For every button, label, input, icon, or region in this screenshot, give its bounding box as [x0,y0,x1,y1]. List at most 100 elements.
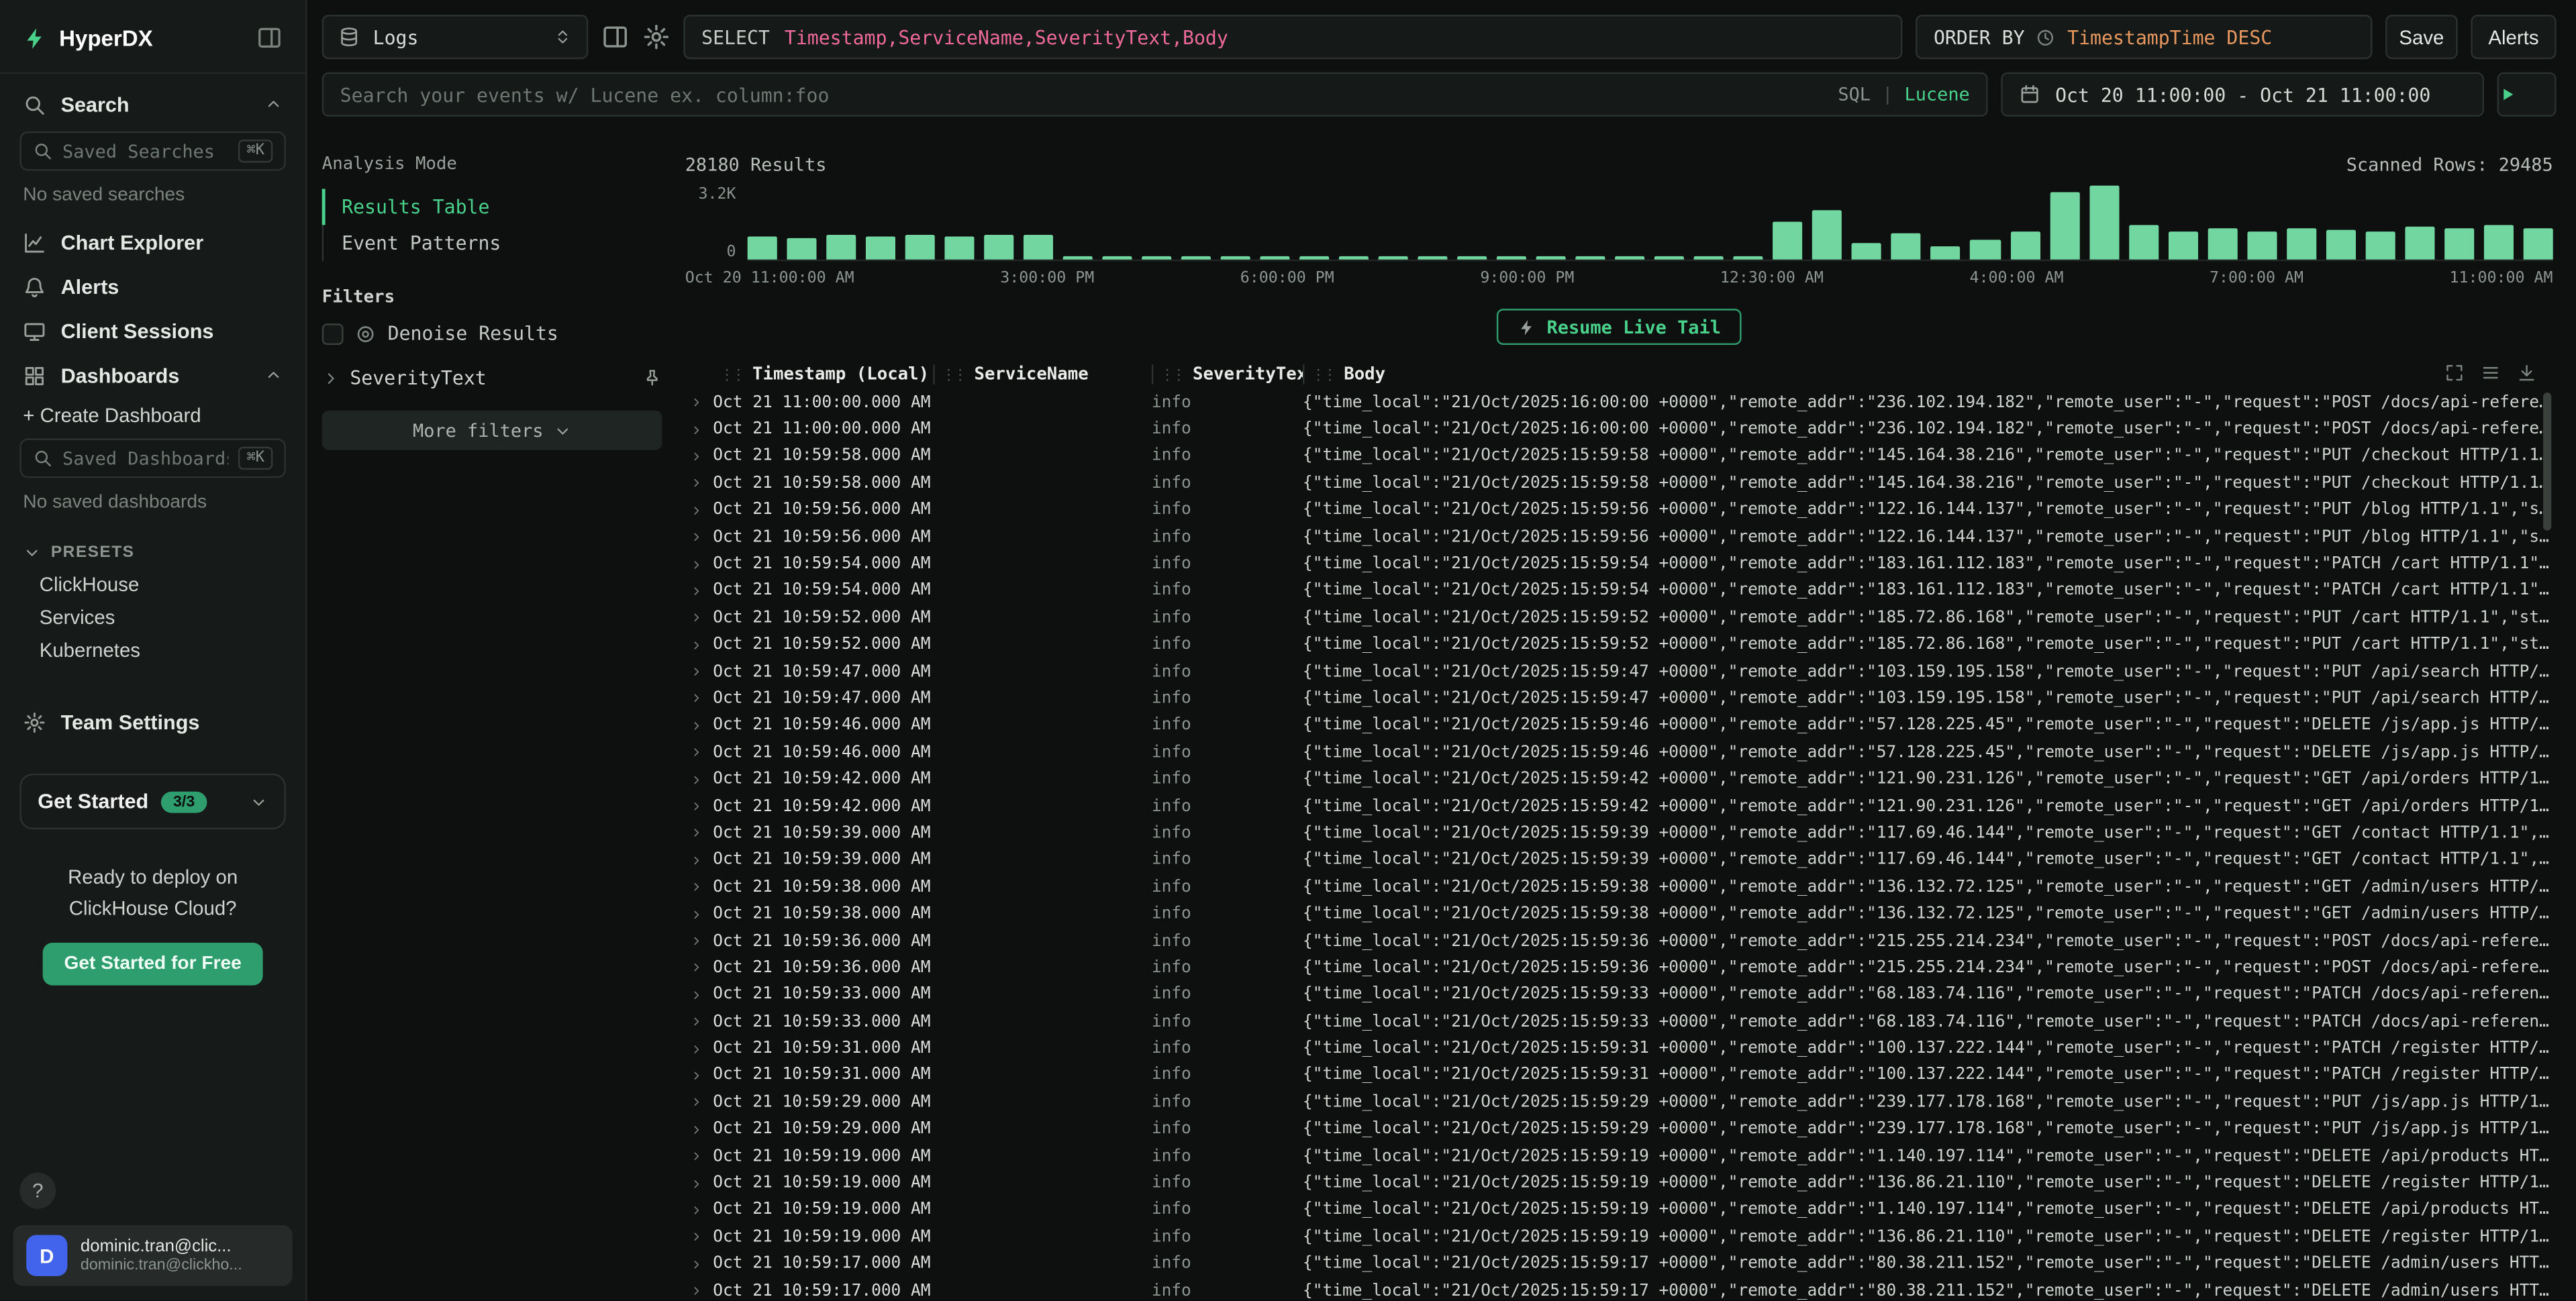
table-row[interactable]: Oct 21 10:59:36.000 AMinfo{"time_local":… [685,955,2553,982]
preset-item-clickhouse[interactable]: ClickHouse [0,568,305,601]
row-expand-icon[interactable] [685,988,713,1002]
facet-severitytext[interactable]: SeverityText [322,366,662,389]
mode-sql-toggle[interactable]: SQL [1838,84,1871,105]
row-expand-icon[interactable] [685,1204,713,1217]
saved-searches-input[interactable] [62,140,229,162]
create-dashboard-button[interactable]: + Create Dashboard [0,397,305,433]
column-grip-icon[interactable] [1153,364,1187,384]
tab-event-patterns[interactable]: Event Patterns [322,225,662,261]
table-row[interactable]: Oct 21 10:59:31.000 AMinfo{"time_local":… [685,1062,2553,1089]
histogram-bar[interactable] [1458,256,1487,260]
histogram-bar[interactable] [2483,225,2513,259]
presets-toggle[interactable]: PRESETS [0,527,305,568]
table-row[interactable]: Oct 21 10:59:52.000 AMinfo{"time_local":… [685,605,2553,631]
histogram-bar[interactable] [2444,228,2473,260]
histogram-bar[interactable] [2405,227,2434,260]
table-row[interactable]: Oct 21 10:59:58.000 AMinfo{"time_local":… [685,470,2553,497]
table-row[interactable]: Oct 21 10:59:47.000 AMinfo{"time_local":… [685,658,2553,685]
row-expand-icon[interactable] [685,881,713,894]
chevron-up-icon[interactable] [264,95,283,113]
table-row[interactable]: Oct 21 10:59:54.000 AMinfo{"time_local":… [685,578,2553,605]
histogram-bar[interactable] [787,238,816,260]
row-expand-icon[interactable] [685,558,713,571]
row-expand-icon[interactable] [685,1231,713,1244]
row-expand-icon[interactable] [685,477,713,490]
histogram-bar[interactable] [1852,243,1882,259]
row-expand-icon[interactable] [685,746,713,760]
row-expand-icon[interactable] [685,611,713,625]
table-row[interactable]: Oct 21 10:59:54.000 AMinfo{"time_local":… [685,551,2553,578]
histogram-bar[interactable] [1536,256,1566,260]
row-expand-icon[interactable] [685,531,713,544]
column-grip-icon[interactable] [1304,364,1338,384]
get-started-free-button[interactable]: Get Started for Free [43,943,263,986]
row-expand-icon[interactable] [685,1123,713,1137]
logo[interactable]: HyperDX [23,25,152,50]
row-expand-icon[interactable] [685,1069,713,1082]
histogram-bar[interactable] [1142,256,1172,260]
row-expand-icon[interactable] [685,935,713,948]
row-expand-icon[interactable] [685,584,713,598]
histogram-bar[interactable] [2010,231,2040,260]
table-row[interactable]: Oct 21 10:59:58.000 AMinfo{"time_local":… [685,443,2553,470]
help-button[interactable]: ? [19,1173,56,1209]
table-row[interactable]: Oct 21 10:59:47.000 AMinfo{"time_local":… [685,685,2553,712]
histogram-bar[interactable] [1300,256,1330,260]
row-expand-icon[interactable] [685,800,713,813]
table-row[interactable]: Oct 21 10:59:33.000 AMinfo{"time_local":… [685,982,2553,1008]
histogram-bar[interactable] [1181,256,1211,260]
histogram-bar[interactable] [2326,230,2355,260]
histogram-bar[interactable] [1024,235,1053,260]
sidebar-item-client-sessions[interactable]: Client Sessions [0,309,305,353]
table-row[interactable]: Oct 21 10:59:46.000 AMinfo{"time_local":… [685,739,2553,766]
histogram-bar[interactable] [2050,192,2079,259]
row-expand-icon[interactable] [685,853,713,867]
table-row[interactable]: Oct 21 10:59:17.000 AMinfo{"time_local":… [685,1251,2553,1278]
table-row[interactable]: Oct 21 10:59:29.000 AMinfo{"time_local":… [685,1089,2553,1116]
table-row[interactable]: Oct 21 10:59:17.000 AMinfo{"time_local":… [685,1278,2553,1301]
row-expand-icon[interactable] [685,396,713,409]
row-expand-icon[interactable] [685,450,713,464]
table-row[interactable]: Oct 21 10:59:38.000 AMinfo{"time_local":… [685,900,2553,927]
save-button[interactable]: Save [2385,15,2458,59]
table-row[interactable]: Oct 21 10:59:31.000 AMinfo{"time_local":… [685,1035,2553,1062]
histogram-bar[interactable] [1497,256,1527,260]
column-grip-icon[interactable] [935,364,969,384]
scrollbar-thumb[interactable] [2543,393,2551,531]
resume-live-tail-button[interactable]: Resume Live Tail [1496,309,1742,345]
order-by-input[interactable]: ORDER BY TimestampTime DESC [1916,15,2372,59]
row-density-icon[interactable] [2481,363,2500,382]
histogram-bar[interactable] [1694,256,1724,260]
histogram-bar[interactable] [2246,231,2276,260]
row-expand-icon[interactable] [685,423,713,436]
sidebar-item-team-settings[interactable]: Team Settings [0,700,305,744]
saved-dashboards-input[interactable] [62,448,229,469]
histogram-bar[interactable] [1379,256,1408,260]
denoise-results-toggle[interactable]: Denoise Results [322,322,662,345]
preset-item-services[interactable]: Services [0,601,305,634]
histogram-bar[interactable] [2208,228,2237,260]
download-icon[interactable] [2517,363,2536,382]
sidebar-collapse-icon[interactable] [256,25,283,51]
sidebar-item-dashboards[interactable]: Dashboards [0,353,305,397]
table-row[interactable]: Oct 21 10:59:38.000 AMinfo{"time_local":… [685,874,2553,900]
row-expand-icon[interactable] [685,666,713,679]
table-scrollbar[interactable] [2543,393,2551,1294]
histogram-bar[interactable] [905,235,935,260]
row-expand-icon[interactable] [685,827,713,840]
sidebar-item-alerts[interactable]: Alerts [0,264,305,309]
row-expand-icon[interactable] [685,961,713,975]
preset-item-kubernetes[interactable]: Kubernetes [0,634,305,667]
chevron-up-icon[interactable] [264,366,283,384]
saved-searches-search[interactable]: ⌘K [19,132,286,171]
table-row[interactable]: Oct 21 10:59:46.000 AMinfo{"time_local":… [685,713,2553,739]
histogram-bar[interactable] [2168,231,2197,260]
run-query-button[interactable] [2497,72,2557,117]
histogram-bar[interactable] [2365,231,2395,260]
histogram-bar[interactable] [826,235,856,260]
table-row[interactable]: Oct 21 10:59:56.000 AMinfo{"time_local":… [685,497,2553,524]
histogram-bar[interactable] [1734,256,1763,260]
row-expand-icon[interactable] [685,1096,713,1109]
histogram-bar[interactable] [945,236,975,259]
mode-lucene-toggle[interactable]: Lucene [1904,84,1969,105]
